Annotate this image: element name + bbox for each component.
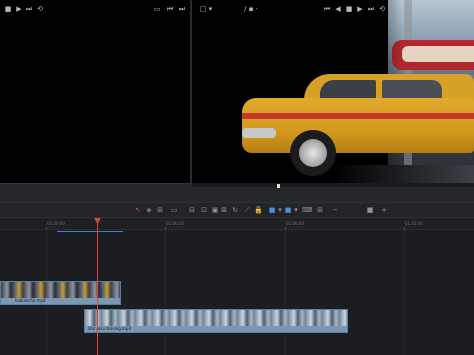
stop-icon[interactable]: ■ [4, 5, 12, 14]
loop-icon[interactable]: ⟲ [36, 5, 44, 14]
next-clip-icon[interactable]: ⏭ [25, 5, 33, 14]
scrubber-handle[interactable] [277, 184, 280, 188]
selection-tool-icon[interactable]: ↖ [134, 206, 142, 214]
clip-name: kabukicho.mp4 [15, 298, 46, 303]
flag-dropdown-icon[interactable]: ▾ [276, 206, 284, 214]
zoom-out-icon[interactable]: − [331, 206, 339, 214]
timeline-ruler[interactable] [0, 218, 474, 230]
loop-playback-icon[interactable]: ⟲ [378, 5, 386, 14]
flag-color-icon[interactable]: ■ [268, 206, 276, 214]
clip-name: Shinjuku Driving.mp4 [88, 326, 132, 331]
ruler-label: 01:01:00 [405, 221, 423, 226]
zoom-slider-handle[interactable]: ■ [366, 206, 374, 214]
linked-selection-icon[interactable]: ⟋ [243, 206, 251, 214]
clip-label-bar: Shinjuku Driving.mp4 [85, 326, 347, 332]
in-out-range [57, 231, 123, 232]
taxi-body [242, 98, 474, 153]
clip-thumbnails [1, 282, 120, 298]
dynamic-trim-icon[interactable]: ⊞ [156, 206, 164, 214]
go-to-start-icon[interactable]: ⏮ [323, 5, 331, 14]
ruler-label: 01:00:20 [166, 221, 184, 226]
play-forward-icon[interactable]: ▶ [356, 5, 364, 14]
insert-clip-icon[interactable]: ⊟ [188, 206, 196, 214]
taxi-bumper [242, 128, 276, 138]
marker-dropdown-icon[interactable]: ▾ [292, 206, 300, 214]
play-icon[interactable]: ▶ [15, 5, 23, 14]
ruler-label: 01:00:00 [47, 221, 65, 226]
replace-clip-icon[interactable]: ▣ [211, 206, 219, 214]
overwrite-clip-icon[interactable]: ⊡ [200, 206, 208, 214]
clip-label-bar: kabukicho.mp4 [1, 298, 120, 304]
source-next-icon[interactable]: ⏭ [178, 5, 186, 14]
place-on-top-icon[interactable]: ⊠ [220, 206, 228, 214]
source-viewer[interactable] [0, 0, 190, 183]
position-lock-icon[interactable]: 🔒 [254, 206, 263, 214]
timeline-gridline [285, 230, 286, 355]
timeline-viewer[interactable] [192, 0, 474, 183]
blade-tool-icon[interactable]: ▭ [170, 206, 178, 214]
playhead-line[interactable] [97, 222, 98, 355]
source-viewer-mode-icon[interactable]: ▭ [152, 5, 162, 14]
background-sign-panel [402, 46, 474, 62]
timeline-gridline [165, 230, 166, 355]
marker-color-icon[interactable]: ■ [284, 206, 292, 214]
taxi-stripe [242, 113, 474, 119]
go-to-end-icon[interactable]: ⏭ [367, 5, 375, 14]
stop-button-icon[interactable]: ■ [345, 5, 353, 14]
timecode-readout[interactable]: / ▪ · [244, 5, 258, 14]
play-reverse-icon[interactable]: ◀ [334, 5, 342, 14]
timeline-gridline [404, 230, 405, 355]
snapping-icon[interactable]: ↻ [231, 206, 239, 214]
ground [192, 165, 474, 183]
source-prev-icon[interactable]: ⏮ [166, 5, 174, 14]
taxi-wheel-hub [299, 139, 327, 167]
trim-tool-icon[interactable]: ◈ [145, 206, 153, 214]
zoom-in-icon[interactable]: + [380, 206, 388, 214]
viewer-options-dropdown[interactable]: □ ▾ [198, 5, 214, 14]
keyboard-icon[interactable]: ⌨ [302, 206, 312, 214]
timeline-clip-v2[interactable]: kabukicho.mp4 [0, 281, 121, 305]
zoom-fit-icon[interactable]: ⊞ [316, 206, 324, 214]
clip-thumbnails [85, 310, 347, 326]
timeline-clip-v1[interactable]: Shinjuku Driving.mp4 [84, 309, 348, 333]
viewer-scrubber[interactable] [192, 183, 474, 187]
ruler-label: 01:00:40 [286, 221, 304, 226]
